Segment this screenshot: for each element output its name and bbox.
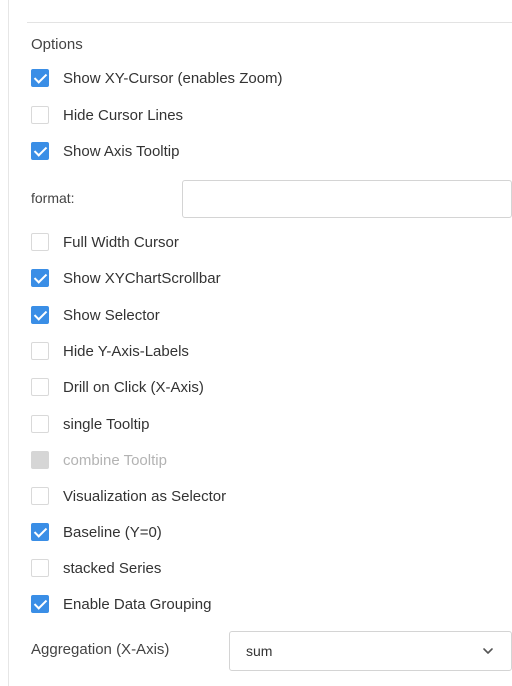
option-label: combine Tooltip (63, 451, 167, 469)
checkbox[interactable] (31, 523, 49, 541)
option-full-width-cursor[interactable]: Full Width Cursor (31, 231, 179, 253)
option-show-xy-cursor[interactable]: Show XY-Cursor (enables Zoom) (31, 67, 283, 89)
format-label: format: (31, 190, 75, 206)
checkbox[interactable] (31, 233, 49, 251)
option-single-tooltip[interactable]: single Tooltip (31, 413, 149, 435)
aggregation-selected-value: sum (246, 643, 273, 659)
checkbox[interactable] (31, 559, 49, 577)
option-stacked-series[interactable]: stacked Series (31, 557, 161, 579)
checkbox[interactable] (31, 487, 49, 505)
checkbox (31, 451, 49, 469)
option-label: stacked Series (63, 559, 162, 577)
option-drill-on-click[interactable]: Drill on Click (X-Axis) (31, 376, 204, 398)
checkbox[interactable] (31, 142, 49, 160)
aggregation-select[interactable]: sum (229, 631, 512, 671)
option-label: Show XYChartScrollbar (63, 269, 221, 287)
option-label: Enable Data Grouping (63, 595, 212, 613)
option-label: Visualization as Selector (63, 487, 227, 505)
checkbox[interactable] (31, 415, 49, 433)
option-show-selector[interactable]: Show Selector (31, 304, 160, 326)
checkbox[interactable] (31, 595, 49, 613)
option-label: Show Axis Tooltip (63, 142, 180, 160)
aggregation-label: Aggregation (X-Axis) (31, 641, 170, 658)
checkbox[interactable] (31, 106, 49, 124)
option-hide-y-axis-labels[interactable]: Hide Y-Axis-Labels (31, 340, 189, 362)
option-visualization-as-selector[interactable]: Visualization as Selector (31, 485, 226, 507)
panel-left-border (8, 0, 9, 686)
option-show-axis-tooltip[interactable]: Show Axis Tooltip (31, 140, 179, 162)
format-input[interactable] (182, 180, 512, 218)
option-label: Drill on Click (X-Axis) (63, 378, 204, 396)
checkbox[interactable] (31, 306, 49, 324)
option-label: Hide Cursor Lines (63, 106, 184, 124)
option-label: Hide Y-Axis-Labels (63, 342, 189, 360)
option-hide-cursor-lines[interactable]: Hide Cursor Lines (31, 104, 183, 126)
option-label: Show XY-Cursor (enables Zoom) (63, 69, 283, 87)
option-show-xychart-scrollbar[interactable]: Show XYChartScrollbar (31, 267, 221, 289)
chart-options-panel: Options Show XY-Cursor (enables Zoom) Hi… (0, 0, 512, 686)
checkbox[interactable] (31, 378, 49, 396)
section-divider (27, 22, 512, 23)
chevron-down-icon (483, 648, 493, 654)
option-label: single Tooltip (63, 415, 150, 433)
option-enable-data-grouping[interactable]: Enable Data Grouping (31, 593, 211, 615)
option-label: Show Selector (63, 306, 160, 324)
option-label: Full Width Cursor (63, 233, 179, 251)
option-label: Baseline (Y=0) (63, 523, 162, 541)
option-combine-tooltip: combine Tooltip (31, 449, 167, 471)
checkbox[interactable] (31, 69, 49, 87)
option-baseline[interactable]: Baseline (Y=0) (31, 521, 162, 543)
options-section-title: Options (31, 36, 83, 53)
checkbox[interactable] (31, 342, 49, 360)
checkbox[interactable] (31, 269, 49, 287)
